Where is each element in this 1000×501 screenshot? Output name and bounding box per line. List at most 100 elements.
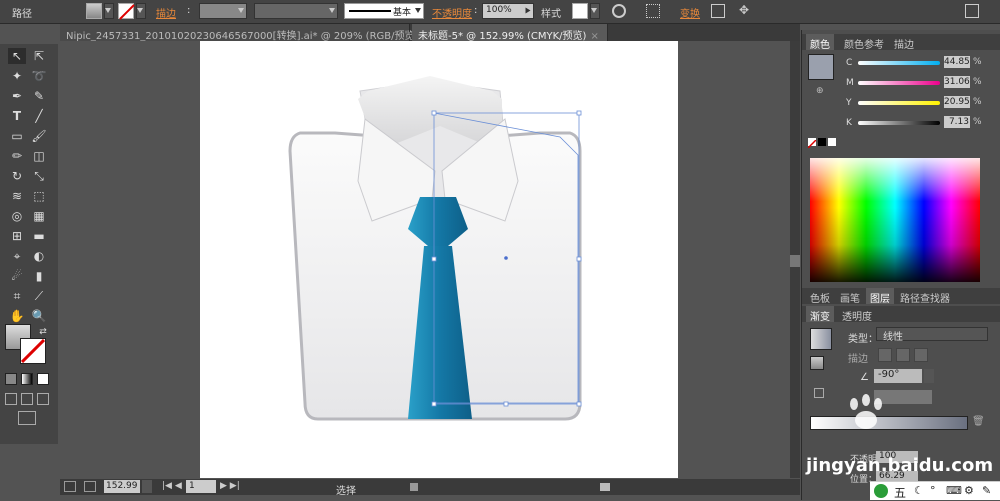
pencil-icon[interactable]: ✏	[8, 148, 26, 164]
c-value-field[interactable]: 44.85	[944, 56, 970, 68]
symbol-sprayer-icon[interactable]: ☄	[8, 268, 26, 284]
tools-icon[interactable]: ✎	[982, 484, 991, 497]
tab-untitled-5[interactable]: 未标题-5* @ 152.99% (CMYK/预览) ×	[412, 24, 608, 42]
artboard-tool-icon[interactable]: ⌗	[8, 288, 26, 304]
type-tool-icon[interactable]: T	[8, 108, 26, 124]
graphic-style-swatch[interactable]	[572, 3, 588, 19]
tab-swatches[interactable]: 色板	[806, 288, 834, 305]
magic-wand-icon[interactable]: ✦	[8, 68, 26, 84]
artboard[interactable]	[200, 41, 678, 478]
moon-icon[interactable]: ☾	[914, 484, 924, 497]
mesh-tool-icon[interactable]: ⊞	[8, 228, 26, 244]
paintbrush-icon[interactable]: 🖌	[30, 128, 48, 144]
settings-icon[interactable]: ⚙	[964, 484, 974, 497]
free-transform-icon[interactable]: ⬚	[30, 188, 48, 204]
arrange-icon[interactable]: ✥	[737, 4, 751, 18]
column-graph-icon[interactable]: ▮	[30, 268, 48, 284]
zoom-field[interactable]: 152.99	[104, 480, 140, 493]
delete-stop-icon[interactable]: 🗑	[972, 416, 985, 428]
reverse-gradient-icon[interactable]	[814, 388, 824, 398]
angle-field[interactable]: -90°	[874, 369, 922, 383]
draw-behind-icon[interactable]	[21, 393, 33, 405]
swap-colors-icon[interactable]: ⇄	[34, 324, 52, 340]
shape-builder-icon[interactable]: ◎	[8, 208, 26, 224]
none-swatch[interactable]	[807, 138, 817, 149]
keyboard-icon[interactable]: ⌨	[946, 484, 962, 497]
stroke-across-icon[interactable]	[914, 348, 928, 362]
gradient-tool-icon[interactable]: ▬	[30, 228, 48, 244]
c-slider[interactable]	[858, 61, 940, 65]
color-spectrum[interactable]	[810, 158, 980, 282]
tab-stroke[interactable]: 描边	[890, 34, 918, 51]
scale-tool-icon[interactable]: ⤡	[30, 168, 48, 184]
shirt-artwork[interactable]	[200, 41, 678, 478]
brush-style-dropdown[interactable]: 基本	[344, 3, 424, 19]
tab-layers[interactable]: 图层	[866, 288, 894, 305]
y-slider[interactable]	[858, 101, 940, 105]
warp-tool-icon[interactable]: ≋	[8, 188, 26, 204]
zoom-tool-icon[interactable]: 🔍	[30, 308, 48, 324]
white-swatch[interactable]	[828, 138, 836, 146]
none-mode-icon[interactable]	[37, 373, 49, 385]
opacity-link[interactable]: 不透明度	[432, 5, 472, 20]
slice-tool-icon[interactable]: ⟋	[30, 288, 48, 304]
direct-selection-tool-icon[interactable]: ⇱	[30, 48, 48, 64]
fill-dropdown[interactable]	[104, 3, 114, 19]
stroke-color-box[interactable]	[20, 338, 46, 364]
opacity-field[interactable]: 100%	[482, 3, 534, 19]
transform-link[interactable]: 变换	[680, 5, 700, 20]
m-value-field[interactable]: 31.06	[944, 76, 970, 88]
panel-menu-icon[interactable]	[965, 4, 979, 18]
gradient-fill-swatch[interactable]	[810, 356, 824, 370]
eyedropper-icon[interactable]: ⌖	[8, 248, 26, 264]
stroke-swatch[interactable]	[118, 3, 135, 20]
color-preview-swatch[interactable]	[808, 54, 834, 80]
first-artboard-icon[interactable]: |◀ ◀	[162, 481, 182, 491]
ime-mode-label[interactable]: 五	[894, 484, 906, 501]
perspective-grid-icon[interactable]: ▦	[30, 208, 48, 224]
y-value-field[interactable]: 20.95	[944, 96, 970, 108]
export-icon[interactable]	[84, 481, 96, 492]
k-slider[interactable]	[858, 121, 940, 125]
gradient-mode-icon[interactable]	[21, 373, 33, 385]
isolate-icon[interactable]	[711, 4, 725, 18]
tab-nipic[interactable]: Nipic_2457331_20101020230646567000[转换].a…	[60, 24, 431, 42]
stroke-dropdown[interactable]	[136, 3, 146, 19]
artboard-number-field[interactable]: 1	[186, 480, 216, 493]
color-mode-icon[interactable]	[5, 373, 17, 385]
ime-logo-icon[interactable]	[874, 484, 888, 498]
fill-swatch[interactable]	[86, 3, 102, 19]
gradient-preview[interactable]	[810, 328, 832, 350]
horizontal-scroll-thumb[interactable]	[600, 483, 610, 491]
next-artboard-icon[interactable]: ▶ ▶|	[220, 481, 240, 491]
punctuation-icon[interactable]: °	[930, 484, 936, 497]
tab-brushes[interactable]: 画笔	[836, 288, 864, 305]
tab-color-guide[interactable]: 颜色参考	[840, 34, 888, 51]
tab-pathfinder[interactable]: 路径查找器	[896, 288, 954, 305]
stroke-along-icon[interactable]	[896, 348, 910, 362]
eraser-icon[interactable]: ◫	[30, 148, 48, 164]
blend-tool-icon[interactable]: ◐	[30, 248, 48, 264]
vertical-scrollbar[interactable]	[790, 41, 800, 478]
draw-normal-icon[interactable]	[5, 393, 17, 405]
rotate-tool-icon[interactable]: ↻	[8, 168, 26, 184]
lasso-icon[interactable]: ➰	[30, 68, 48, 84]
variable-width-dropdown[interactable]	[254, 3, 338, 19]
m-slider[interactable]	[858, 81, 940, 85]
zoom-dropdown[interactable]	[142, 480, 152, 493]
tab-transparency[interactable]: 透明度	[838, 306, 876, 323]
tab-color[interactable]: 颜色	[806, 34, 834, 51]
hand-tool-icon[interactable]: ✋	[8, 308, 26, 324]
black-swatch[interactable]	[818, 138, 826, 146]
stroke-weight-field[interactable]	[199, 3, 247, 19]
scroll-thumb[interactable]	[790, 255, 800, 267]
rectangle-tool-icon[interactable]: ▭	[8, 128, 26, 144]
recolor-icon[interactable]	[612, 4, 626, 18]
line-tool-icon[interactable]: ╱	[30, 108, 48, 124]
stroke-link[interactable]: 描边	[156, 5, 176, 20]
status-menu-icon[interactable]	[410, 483, 418, 491]
stroke-within-icon[interactable]	[878, 348, 892, 362]
artboard-nav-icon[interactable]	[64, 481, 76, 492]
draw-inside-icon[interactable]	[37, 393, 49, 405]
align-icon[interactable]	[646, 4, 660, 18]
